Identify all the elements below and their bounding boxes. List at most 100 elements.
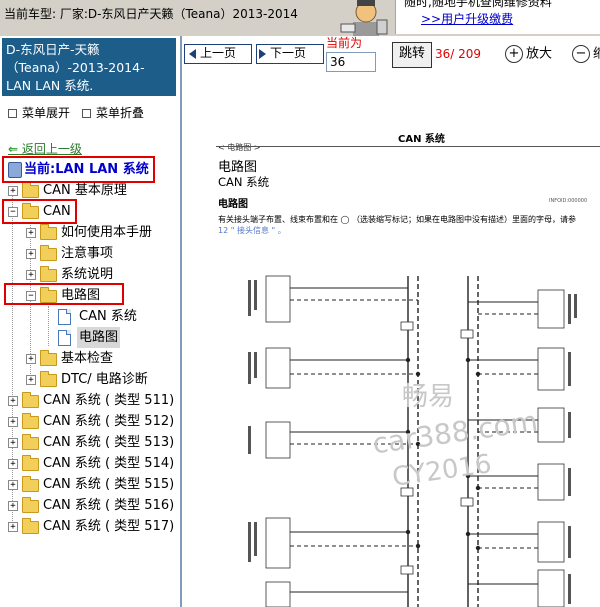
zoom-in-icon: + xyxy=(505,45,523,63)
folder-icon xyxy=(40,245,57,261)
triangle-left-icon xyxy=(189,48,196,59)
expand-plus-icon[interactable]: + xyxy=(8,396,18,406)
tree-node-type-517[interactable]: + CAN 系统 ( 类型 517) xyxy=(0,516,178,537)
menu-collapse-button[interactable]: 菜单折叠 xyxy=(82,104,144,121)
tree-node-label: CAN 基本原理 xyxy=(43,183,127,198)
wiring-diagram xyxy=(248,275,577,607)
zoom-out-icon: − xyxy=(572,45,590,63)
zoom-out-button[interactable]: − 缩 xyxy=(572,45,600,64)
tree-node-label: 系统说明 xyxy=(61,267,114,282)
page-count: 36/ 209 xyxy=(435,47,482,61)
document-icon xyxy=(58,309,71,325)
back-arrow-icon: ⇐ xyxy=(8,142,19,156)
expand-plus-icon[interactable]: + xyxy=(26,249,36,259)
expand-plus-icon[interactable]: + xyxy=(8,480,18,490)
folder-icon xyxy=(22,476,39,492)
highlight-box xyxy=(4,283,124,305)
tree-node-type-514[interactable]: + CAN 系统 ( 类型 514) xyxy=(0,453,178,474)
tree-node-label: CAN 系统 ( 类型 511) xyxy=(43,393,175,408)
folder-icon xyxy=(22,182,39,198)
tree-node-type-516[interactable]: + CAN 系统 ( 类型 516) xyxy=(0,495,178,516)
expand-plus-icon[interactable]: + xyxy=(26,228,36,238)
folder-icon xyxy=(22,434,39,450)
back-link[interactable]: ⇐ 返回上一级 xyxy=(8,140,82,157)
folder-icon xyxy=(22,455,39,471)
doc-heading-2: CAN 系统 xyxy=(218,175,270,189)
tree-node-precautions[interactable]: + 注意事项 xyxy=(0,243,178,264)
tree-node-type-511[interactable]: + CAN 系统 ( 类型 511) xyxy=(0,390,178,411)
expand-plus-icon[interactable]: + xyxy=(8,417,18,427)
menu-expand-button[interactable]: 菜单展开 xyxy=(8,104,70,121)
tree-node-label: DTC/ 电路诊断 xyxy=(61,372,148,387)
back-link-label: 返回上一级 xyxy=(21,142,82,156)
tree-node-type-513[interactable]: + CAN 系统 ( 类型 513) xyxy=(0,432,178,453)
tree-node-dtc[interactable]: + DTC/ 电路诊断 xyxy=(0,369,178,390)
tree-node-basic-inspection[interactable]: + 基本检查 xyxy=(0,348,178,369)
doc-connector-info-link[interactable]: 12 " 接头信息 " 。 xyxy=(218,225,286,236)
tree-node-label-selected: 电路图 xyxy=(77,327,121,348)
expand-plus-icon[interactable]: + xyxy=(8,459,18,469)
menu-collapse-label: 菜单折叠 xyxy=(96,106,145,120)
sidebar: D-东风日产-天籁（Teana）-2013-2014- LAN LAN 系统. … xyxy=(0,36,182,607)
doc-header: CAN 系统 xyxy=(398,134,445,145)
prev-page-button[interactable]: 上一页 xyxy=(184,44,252,64)
folder-icon xyxy=(22,392,39,408)
triangle-right-icon xyxy=(259,48,266,59)
tree-node-label: CAN 系统 ( 类型 515) xyxy=(43,477,175,492)
tree-node-can-system-doc[interactable]: CAN 系统 xyxy=(0,306,178,327)
tree-node-label: CAN 系统 ( 类型 516) xyxy=(43,498,175,513)
jump-button[interactable]: 跳转 xyxy=(392,42,432,68)
highlight-box xyxy=(2,199,77,224)
collapse-icon xyxy=(82,109,91,118)
tree-node-label: 基本检查 xyxy=(61,351,114,366)
current-page-label: 当前为 xyxy=(326,36,363,50)
car-model-label: 当前车型: 厂家:D-东风日产天籁（Teana）2013-2014 xyxy=(4,7,298,21)
expand-plus-icon[interactable]: + xyxy=(8,186,18,196)
tree-node-system-desc[interactable]: + 系统说明 xyxy=(0,264,178,285)
toolbar: 上一页 下一页 当前为 跳转 36/ 209 +放大 −缩 xyxy=(182,36,600,76)
expand-plus-icon[interactable]: + xyxy=(8,522,18,532)
folder-icon xyxy=(40,371,57,387)
zoom-in-label: 放大 xyxy=(526,46,553,62)
tree-node-label: CAN 系统 ( 类型 517) xyxy=(43,519,175,534)
folder-icon xyxy=(40,266,57,282)
doc-description: 有关接头端子布置、线束布置和在 ◯ （选装缩写标记；如果在电路图中没有描述）里面… xyxy=(218,215,577,224)
folder-icon xyxy=(40,224,57,240)
expand-plus-icon[interactable]: + xyxy=(26,270,36,280)
menu-expand-label: 菜单展开 xyxy=(22,106,71,120)
zoom-in-button[interactable]: + 放大 xyxy=(505,45,552,64)
tree-node-label: 如何使用本手册 xyxy=(61,225,153,240)
tree-node-label: CAN 系统 xyxy=(79,309,137,324)
doc-heading-3: 电路图 xyxy=(218,199,248,210)
tree-node-can-basics[interactable]: + CAN 基本原理 xyxy=(0,180,178,201)
document-icon xyxy=(58,330,71,346)
doc-section-tag: < 电路图 > xyxy=(218,143,261,152)
tree-node-label: CAN 系统 ( 类型 513) xyxy=(43,435,175,450)
folder-icon xyxy=(22,497,39,513)
page-number-input[interactable] xyxy=(326,52,376,72)
tree-node-type-515[interactable]: + CAN 系统 ( 类型 515) xyxy=(0,474,178,495)
document-view[interactable]: CAN 系统 < 电路图 > 电路图 CAN 系统 电路图 INFOID:000… xyxy=(182,76,600,607)
folder-icon xyxy=(22,413,39,429)
tree-node-wiring-doc[interactable]: 电路图 xyxy=(0,327,178,348)
doc-heading-1: 电路图 xyxy=(218,160,258,175)
sidebar-title: D-东风日产-天籁（Teana）-2013-2014- LAN LAN 系统. xyxy=(2,38,176,96)
zoom-out-label: 缩 xyxy=(593,46,600,62)
expand-plus-icon[interactable]: + xyxy=(8,501,18,511)
upgrade-link[interactable]: >>用户升级缴费 xyxy=(421,10,513,27)
expand-plus-icon[interactable]: + xyxy=(26,375,36,385)
next-page-button[interactable]: 下一页 xyxy=(256,44,324,64)
expand-plus-icon[interactable]: + xyxy=(26,354,36,364)
tree-node-how-to-use[interactable]: + 如何使用本手册 xyxy=(0,222,178,243)
expand-plus-icon[interactable]: + xyxy=(8,438,18,448)
highlight-box xyxy=(2,156,155,183)
notice-panel: 随时,随地手机查阅维修资料 >>用户升级缴费 xyxy=(395,0,600,34)
prev-page-label: 上一页 xyxy=(200,46,237,60)
mascot-image xyxy=(333,0,391,36)
tree-node-type-512[interactable]: + CAN 系统 ( 类型 512) xyxy=(0,411,178,432)
expand-icon xyxy=(8,109,17,118)
folder-icon xyxy=(40,350,57,366)
tree-node-label: CAN 系统 ( 类型 514) xyxy=(43,456,175,471)
next-page-label: 下一页 xyxy=(270,46,307,60)
tree-node-label: 注意事项 xyxy=(61,246,114,261)
